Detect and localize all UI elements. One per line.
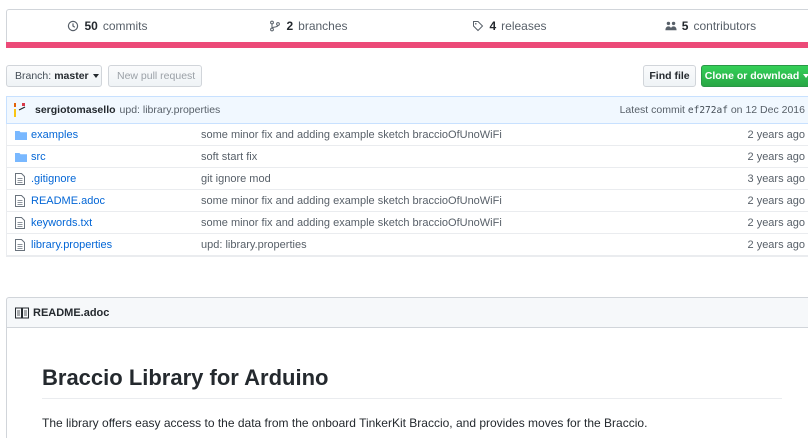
- file-age: 3 years ago: [747, 172, 805, 185]
- commit-sha[interactable]: ef272af: [688, 105, 728, 116]
- readme-filename: README.adoc: [33, 306, 110, 319]
- releases-link[interactable]: 4 releases: [409, 10, 610, 42]
- file-row-gitignore: .gitignore git ignore mod 3 years ago: [7, 168, 808, 190]
- file-age: 2 years ago: [747, 216, 805, 229]
- file-age: 2 years ago: [747, 194, 805, 207]
- file-name[interactable]: README.adoc: [31, 195, 201, 207]
- branch-icon: [270, 20, 281, 32]
- file-commit-message[interactable]: upd: library.properties: [201, 239, 721, 251]
- branch-select-button[interactable]: Branch: master: [6, 65, 102, 87]
- language-bar: [6, 42, 808, 48]
- file-commit-message[interactable]: soft start fix: [201, 151, 721, 163]
- file-row-examples: examples some minor fix and adding examp…: [7, 124, 808, 146]
- commits-count: 50: [84, 19, 98, 33]
- commit-author[interactable]: sergiotomasello: [35, 104, 116, 116]
- commit-message[interactable]: upd: library.properties: [120, 104, 221, 116]
- file-row-readme: README.adoc some minor fix and adding ex…: [7, 190, 808, 212]
- file-icon: [15, 238, 27, 251]
- clone-label: Clone or download: [704, 70, 800, 82]
- file-age: 2 years ago: [747, 128, 805, 141]
- file-commit-message[interactable]: some minor fix and adding example sketch…: [201, 195, 721, 207]
- file-icon: [15, 172, 27, 185]
- file-commit-message[interactable]: some minor fix and adding example sketch…: [201, 217, 721, 229]
- folder-icon: [15, 151, 27, 163]
- file-row-keywords: keywords.txt some minor fix and adding e…: [7, 212, 808, 234]
- file-age: 2 years ago: [747, 238, 805, 251]
- file-row-library-properties: library.properties upd: library.properti…: [7, 234, 808, 256]
- history-icon: [68, 20, 79, 32]
- branches-count: 2: [286, 19, 294, 33]
- book-icon: [15, 307, 29, 318]
- contributors-count: 5: [681, 19, 689, 33]
- file-name[interactable]: examples: [31, 129, 201, 141]
- find-file-button[interactable]: Find file: [643, 65, 696, 87]
- commits-link[interactable]: 50 commits: [7, 10, 208, 42]
- file-name[interactable]: src: [31, 151, 201, 163]
- file-icon: [15, 194, 27, 207]
- file-age: 2 years ago: [747, 150, 805, 163]
- commits-label: commits: [102, 19, 148, 33]
- file-list: examples some minor fix and adding examp…: [6, 124, 808, 257]
- commit-date: on 12 Dec 2016: [730, 104, 805, 116]
- branches-label: branches: [298, 19, 348, 33]
- file-row-src: src soft start fix 2 years ago: [7, 146, 808, 168]
- readme-title: Braccio Library for Arduino: [42, 365, 329, 390]
- divider: [42, 398, 782, 399]
- tag-icon: [473, 21, 484, 32]
- file-name[interactable]: library.properties: [31, 239, 201, 251]
- clone-download-button[interactable]: Clone or download: [701, 65, 808, 87]
- readme-intro: The library offers easy access to the da…: [42, 416, 648, 430]
- contributors-link[interactable]: 5 contributors: [610, 10, 808, 42]
- latest-prefix: Latest commit: [619, 104, 685, 116]
- chevron-down-icon: [92, 74, 99, 78]
- file-name[interactable]: keywords.txt: [31, 217, 201, 229]
- repo-stats-bar: 50 commits 2 branches 4 releases 5 contr…: [6, 9, 808, 42]
- readme-body: Braccio Library for Arduino The library …: [6, 328, 808, 438]
- branch-name: master: [54, 70, 89, 82]
- file-name[interactable]: .gitignore: [31, 173, 201, 185]
- latest-commit-info: Latest commit ef272af on 12 Dec 2016: [620, 104, 805, 116]
- releases-count: 4: [489, 19, 497, 33]
- chevron-down-icon: [803, 74, 808, 78]
- folder-icon: [15, 129, 27, 141]
- file-commit-message[interactable]: some minor fix and adding example sketch…: [201, 129, 721, 141]
- branches-link[interactable]: 2 branches: [208, 10, 409, 42]
- latest-commit-bar: sergiotomasello upd: library.properties …: [6, 96, 808, 124]
- branch-prefix: Branch:: [15, 70, 52, 82]
- releases-label: releases: [501, 19, 547, 33]
- avatar[interactable]: [13, 102, 29, 118]
- people-icon: [665, 21, 677, 31]
- file-icon: [15, 216, 27, 229]
- new-pull-request-button[interactable]: New pull request: [108, 65, 202, 87]
- file-commit-message[interactable]: git ignore mod: [201, 173, 721, 185]
- readme-header: README.adoc: [6, 297, 808, 328]
- contributors-label: contributors: [693, 19, 757, 33]
